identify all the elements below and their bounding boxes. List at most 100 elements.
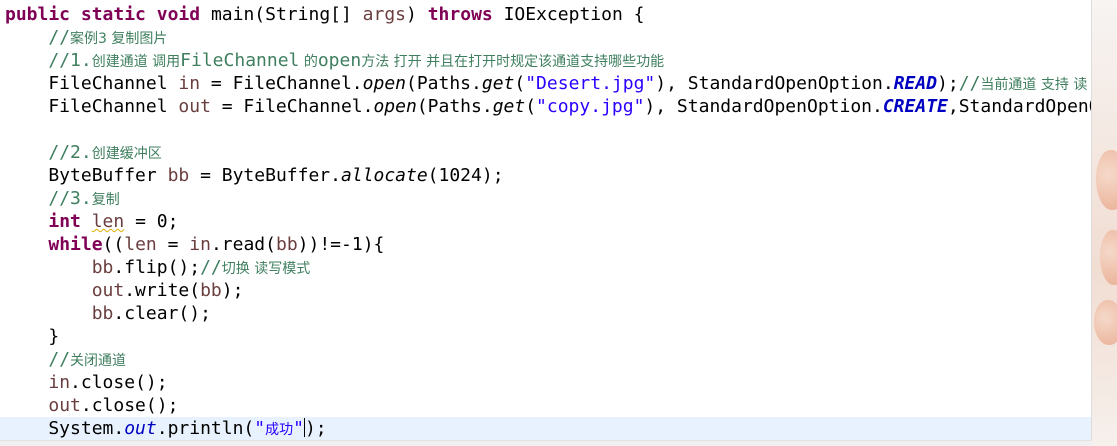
code-token: open: [373, 96, 417, 117]
code-token: = ByteBuffer.: [189, 165, 341, 186]
code-token: );: [221, 280, 244, 301]
code-token: int: [48, 211, 81, 232]
code-line[interactable]: bb.flip();//切换 读写模式: [0, 256, 1092, 279]
code-token: //3.: [48, 188, 92, 209]
code-token: bb: [91, 257, 114, 278]
code-token: bb: [167, 165, 190, 186]
code-token: ), StandardOpenOption.: [644, 96, 883, 117]
code-token: //: [48, 27, 71, 48]
code-line[interactable]: //1.创建通道 调用FileChannel 的open方法 打开 并且在打开时…: [0, 49, 1092, 72]
code-token: get: [481, 73, 515, 94]
code-token: .clear();: [113, 303, 211, 324]
code-token: FileChannel: [5, 96, 179, 117]
code-token: public: [5, 4, 71, 25]
code-token: );: [937, 73, 959, 94]
code-line[interactable]: [0, 118, 1092, 141]
code-token: READ: [893, 73, 938, 94]
code-token: //2.: [48, 142, 92, 163]
code-token: (Paths.: [416, 96, 493, 117]
code-token: 当前通道 支持 读: [980, 77, 1088, 93]
code-line[interactable]: bb.clear();: [0, 302, 1092, 325]
code-token: .flip();: [113, 257, 201, 278]
code-token: 案例3 复制图片: [70, 31, 168, 47]
flower-petal: [1094, 300, 1117, 345]
code-line[interactable]: System.out.println("成功");: [0, 417, 1092, 440]
code-token: bb: [275, 234, 298, 255]
code-token: //: [48, 349, 71, 370]
code-token: get: [492, 96, 526, 117]
code-token: bb: [200, 280, 222, 301]
code-token: 创建通道 调用: [91, 54, 181, 70]
code-token: = FileChannel.: [200, 73, 363, 94]
code-token: "Desert.jpg": [525, 73, 656, 94]
code-token: //: [200, 257, 222, 278]
code-token: ((: [102, 234, 125, 255]
code-token: (Paths.: [406, 73, 482, 94]
code-token: 的: [299, 54, 318, 70]
flower-petal: [1096, 150, 1117, 210]
code-line[interactable]: while((len = in.read(bb))!=-1){: [0, 233, 1092, 256]
code-line[interactable]: out.close();: [0, 394, 1092, 417]
code-token: in: [189, 234, 211, 255]
code-token: bb: [91, 303, 114, 324]
code-token: out: [178, 96, 211, 117]
code-token: void: [156, 4, 201, 25]
code-token: =: [156, 234, 190, 255]
code-line[interactable]: in.close();: [0, 371, 1092, 394]
code-token: IOException {: [492, 4, 645, 25]
code-line[interactable]: public static void main(String[] args) t…: [0, 3, 1092, 26]
code-token: .close();: [70, 372, 168, 393]
code-token: open: [362, 73, 406, 94]
code-line[interactable]: //案例3 复制图片: [0, 26, 1092, 49]
code-line[interactable]: FileChannel in = FileChannel.open(Paths.…: [0, 72, 1092, 95]
code-line[interactable]: ByteBuffer bb = ByteBuffer.allocate(1024…: [0, 164, 1092, 187]
code-token: in: [48, 372, 71, 393]
code-token: (: [525, 96, 537, 117]
code-line[interactable]: out.write(bb);: [0, 279, 1092, 302]
code-token: (1024);: [427, 165, 504, 186]
code-line[interactable]: //关闭通道: [0, 348, 1092, 371]
code-token: len: [91, 211, 125, 232]
code-line[interactable]: //3.复制: [0, 187, 1092, 210]
code-token: "copy.jpg": [536, 96, 645, 117]
code-token: .read(: [210, 234, 276, 255]
code-token: while: [48, 234, 103, 255]
code-line[interactable]: FileChannel out = FileChannel.open(Paths…: [0, 95, 1092, 118]
code-line[interactable]: }: [0, 325, 1092, 348]
code-token: }: [5, 326, 60, 347]
code-token: 复制: [91, 192, 120, 208]
code-token: throws: [427, 4, 493, 25]
code-token: = FileChannel.: [210, 96, 374, 117]
code-token: out: [124, 418, 157, 439]
code-token: 关闭通道: [70, 353, 127, 369]
code-token: );: [304, 418, 327, 439]
code-token: .write(: [124, 280, 201, 301]
code-token: //1.: [48, 50, 92, 71]
code-token: out: [48, 395, 81, 416]
code-token: ": [293, 418, 304, 439]
code-editor[interactable]: public static void main(String[] args) t…: [0, 0, 1092, 446]
editor-horizontal-scrollbar[interactable]: [0, 440, 1092, 446]
code-line[interactable]: int len = 0;: [0, 210, 1092, 233]
code-token: 方法 打开 并且在打开时规定该通道支持哪些功能: [361, 54, 665, 70]
code-token: .println(: [156, 418, 255, 439]
code-token: ): [406, 4, 428, 25]
code-line[interactable]: //2.创建缓冲区: [0, 141, 1092, 164]
code-token: ": [254, 418, 266, 439]
code-token: //: [958, 73, 981, 94]
code-token: FileChannel: [180, 50, 300, 71]
code-token: ), StandardOpenOption.: [655, 73, 894, 94]
